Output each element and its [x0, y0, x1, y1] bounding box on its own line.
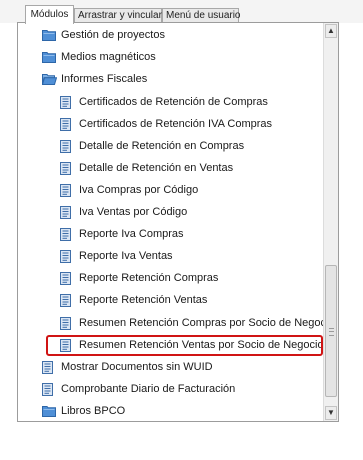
tree-report-7-label: Reporte Iva Ventas	[79, 250, 173, 262]
tree-folder-1-label: Medios magnéticos	[61, 51, 156, 63]
tab-arrastrar-label: Arrastrar y vincular	[78, 10, 162, 21]
folder-open-icon	[41, 73, 58, 91]
tree-report-2-label: Detalle de Retención en Compras	[79, 140, 245, 152]
folder-closed-icon	[42, 51, 56, 69]
tree-bottom-0-label: Mostrar Documentos sin WUID	[61, 361, 213, 373]
tree-report-9-label: Reporte Retención Ventas	[79, 294, 208, 306]
document-icon	[42, 383, 53, 402]
tree-report-5-label: Iva Ventas por Código	[79, 206, 188, 218]
document-icon	[60, 162, 71, 181]
tree-folder-2-label: Informes Fiscales	[61, 73, 148, 85]
tree-report-4-label: Iva Compras por Código	[79, 184, 199, 196]
document-icon	[60, 317, 71, 336]
tree-bottom-1-label: Comprobante Diario de Facturación	[61, 383, 236, 395]
document-icon	[60, 228, 71, 247]
tree-folder-0-label: Gestión de proyectos	[61, 29, 165, 41]
tab-modulos-label: Módulos	[30, 9, 69, 20]
tree-report-0-label: Certificados de Retención de Compras	[79, 96, 268, 108]
scroll-thumb[interactable]	[325, 265, 337, 397]
tree-report-8-label: Reporte Retención Compras	[79, 272, 219, 284]
folder-closed-icon	[42, 29, 56, 47]
tab-modulos[interactable]: Módulos	[25, 5, 74, 24]
tree-report-1-label: Certificados de Retención IVA Compras	[79, 118, 272, 130]
tab-menu-label: Menú de usuario	[166, 10, 241, 21]
folder-closed-icon	[42, 405, 56, 421]
scroll-down-button[interactable]: ▼	[325, 406, 337, 420]
module-tabbar: Módulos Arrastrar y vincular Menú de usu…	[0, 0, 363, 24]
document-icon	[60, 184, 71, 203]
tree-report-6-label: Reporte Iva Compras	[79, 228, 184, 240]
module-tree-panel: Gestión de proyectos Medios magnéticos Inf…	[17, 22, 339, 422]
document-icon	[60, 206, 71, 225]
document-icon	[60, 118, 71, 137]
document-icon	[60, 272, 71, 291]
document-icon	[60, 294, 71, 313]
scroll-up-button[interactable]: ▲	[325, 24, 337, 38]
tab-arrastrar-y-vincular[interactable]: Arrastrar y vincular	[74, 8, 162, 22]
tree-report-3-label: Detalle de Retención en Ventas	[79, 162, 234, 174]
document-icon	[60, 250, 71, 269]
highlight-box	[46, 335, 323, 356]
vertical-scrollbar[interactable]: ▲ ▼	[323, 23, 338, 421]
tab-menu-de-usuario[interactable]: Menú de usuario	[162, 8, 241, 22]
document-icon	[42, 361, 53, 380]
tree-bottom-2-label: Libros BPCO	[61, 405, 126, 417]
thumb-grip-icon	[329, 328, 334, 336]
document-icon	[60, 96, 71, 115]
tree-report-10-label: Resumen Retención Compras por Socio de N…	[79, 317, 335, 329]
document-icon	[60, 140, 71, 159]
